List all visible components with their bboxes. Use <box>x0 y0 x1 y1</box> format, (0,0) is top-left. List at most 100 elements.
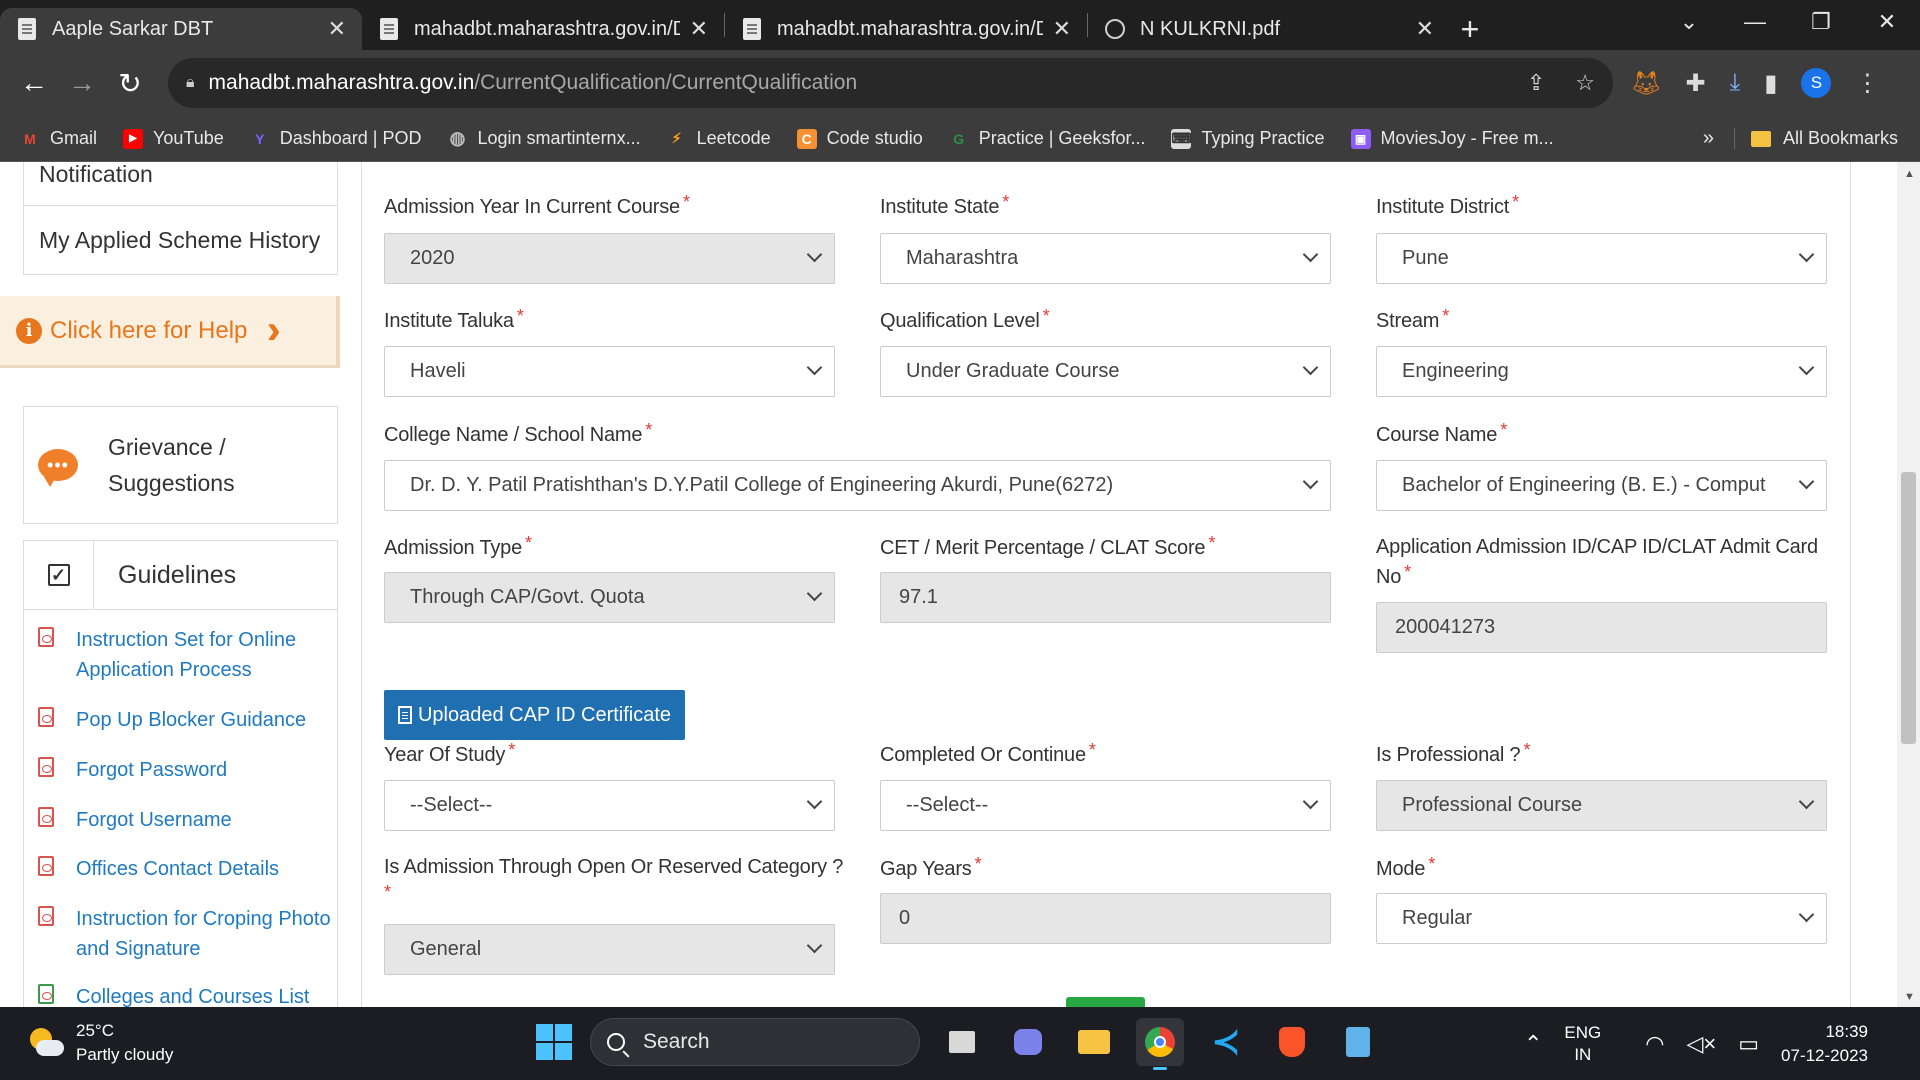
guideline-link[interactable]: Pop Up Blocker Guidance <box>38 705 346 735</box>
scroll-up-icon[interactable]: ▲ <box>1904 168 1915 180</box>
temperature: 25°C <box>76 1021 114 1040</box>
page-scrollbar[interactable]: ▲ ▼ <box>1897 162 1920 1007</box>
institute-state-select[interactable]: Maharashtra <box>880 233 1331 284</box>
bookmark-youtube[interactable]: ▶ YouTube <box>123 128 224 149</box>
new-tab-button[interactable]: + <box>1450 8 1490 50</box>
chevron-up-icon[interactable]: ⌃ <box>1524 1031 1542 1057</box>
scroll-down-icon[interactable]: ▼ <box>1904 991 1915 1003</box>
gap-years-input[interactable]: 0 <box>880 893 1331 944</box>
url-host: mahadbt.maharashtra.gov.in <box>208 71 475 94</box>
close-tab-icon[interactable]: ✕ <box>328 16 346 42</box>
tab-search-icon[interactable]: ⌄ <box>1656 0 1722 44</box>
guideline-link[interactable]: Offices Contact Details <box>38 854 346 884</box>
notepad-icon[interactable] <box>1334 1018 1382 1066</box>
page-content: Notification My Applied Scheme History i… <box>0 162 1920 1007</box>
all-bookmarks-button[interactable]: All Bookmarks <box>1733 128 1898 149</box>
task-view-icon[interactable] <box>938 1018 986 1066</box>
tab-strip: Aaple Sarkar DBT ✕ mahadbt.maharashtra.g… <box>0 0 1920 50</box>
tab-aaple-sarkar[interactable]: Aaple Sarkar DBT ✕ <box>0 8 362 50</box>
mode-select[interactable]: Regular <box>1376 893 1827 944</box>
teams-icon[interactable] <box>1004 1018 1052 1066</box>
guideline-link[interactable]: Instruction for Croping Photo and Signat… <box>38 904 346 964</box>
grievance-link[interactable]: ••• Grievance / Suggestions <box>23 406 338 524</box>
side-panel-icon[interactable]: ▮ <box>1764 69 1777 98</box>
info-icon: i <box>16 317 42 344</box>
partly-cloudy-icon <box>26 1026 64 1060</box>
sidebar-item-applied-history[interactable]: My Applied Scheme History <box>23 205 338 275</box>
metamask-icon[interactable]: 🦊︎ <box>1631 69 1661 98</box>
pdf-icon <box>38 906 54 926</box>
bookmark-smartinternz[interactable]: ◍ Login smartinternx... <box>448 128 641 149</box>
guideline-link[interactable]: Colleges and Courses List <box>38 982 346 1007</box>
share-icon[interactable]: ⇪ <box>1527 70 1545 96</box>
guideline-link[interactable]: Forgot Username <box>38 805 346 835</box>
admission-id-input[interactable]: 200041273 <box>1376 602 1827 653</box>
admission-year-label: Admission Year In Current Course * <box>384 192 690 218</box>
lock-icon[interactable]: 🔒︎ <box>186 74 195 92</box>
taskbar-search[interactable]: Search <box>590 1018 920 1066</box>
admission-year-select[interactable]: 2020 <box>384 233 835 284</box>
tab-pdf[interactable]: N KULKRNI.pdf ✕ <box>1088 8 1450 50</box>
moviesjoy-icon: ▣ <box>1350 128 1371 149</box>
bookmark-moviesjoy[interactable]: ▣ MoviesJoy - Free m... <box>1350 128 1554 149</box>
admission-category-select[interactable]: General <box>384 924 835 975</box>
tab-mahadbt-2[interactable]: mahadbt.maharashtra.gov.in/DB ✕ <box>725 8 1087 50</box>
completed-continue-select[interactable]: --Select-- <box>880 780 1331 831</box>
help-link[interactable]: i Click here for Help ›› <box>0 296 340 368</box>
address-bar[interactable]: 🔒︎ mahadbt.maharashtra.gov.in/CurrentQua… <box>168 58 1613 108</box>
guideline-link[interactable]: Instruction Set for Online Application P… <box>38 625 346 685</box>
institute-district-select[interactable]: Pune <box>1376 233 1827 284</box>
stream-select[interactable]: Engineering <box>1376 346 1827 397</box>
course-name-select[interactable]: Bachelor of Engineering (B. E.) - Comput… <box>1376 460 1827 511</box>
scrollbar-thumb[interactable] <box>1901 472 1916 744</box>
admission-type-select[interactable]: Through CAP/Govt. Quota <box>384 572 835 623</box>
qualification-level-select[interactable]: Under Graduate Course <box>880 346 1331 397</box>
wifi-icon[interactable]: ◠ <box>1645 1031 1664 1057</box>
year-of-study-select[interactable]: --Select-- <box>384 780 835 831</box>
bookmark-typing-practice[interactable]: ⌨ Typing Practice <box>1171 128 1325 149</box>
close-tab-icon[interactable]: ✕ <box>1053 16 1071 42</box>
forward-button[interactable]: → <box>60 61 104 105</box>
college-name-select[interactable]: Dr. D. Y. Patil Pratishthan's D.Y.Patil … <box>384 460 1331 511</box>
guideline-link[interactable]: Forgot Password <box>38 755 346 785</box>
chrome-icon[interactable] <box>1136 1018 1184 1070</box>
back-button[interactable]: ← <box>12 61 56 105</box>
minimize-button[interactable]: — <box>1722 0 1788 44</box>
bookmark-code-studio[interactable]: C Code studio <box>796 128 923 149</box>
brave-icon[interactable] <box>1268 1018 1316 1066</box>
is-professional-select[interactable]: Professional Course <box>1376 780 1827 831</box>
close-tab-icon[interactable]: ✕ <box>1416 16 1434 42</box>
bookmark-geeksforgeeks[interactable]: G Practice | Geeksfor... <box>949 128 1145 149</box>
menu-icon[interactable]: ⋮ <box>1855 69 1879 98</box>
battery-icon[interactable]: ▭ <box>1738 1031 1759 1057</box>
language-indicator[interactable]: ENG IN <box>1564 1022 1601 1066</box>
sidebar-item-notification[interactable]: Notification <box>23 162 338 206</box>
profile-avatar[interactable]: S <box>1801 68 1832 98</box>
speaker-muted-icon[interactable]: ◁× <box>1686 1031 1716 1057</box>
restore-button[interactable]: ❐ <box>1788 0 1854 44</box>
reload-button[interactable]: ↻ <box>108 61 152 105</box>
save-button[interactable] <box>1066 997 1145 1007</box>
more-bookmarks-button[interactable]: » <box>1703 127 1714 150</box>
close-tab-icon[interactable]: ✕ <box>690 16 708 42</box>
vscode-icon[interactable]: ≺ <box>1202 1018 1250 1066</box>
file-explorer-icon[interactable] <box>1070 1018 1118 1066</box>
cet-score-input[interactable]: 97.1 <box>880 572 1331 623</box>
bookmark-leetcode[interactable]: ⚡︎ Leetcode <box>667 128 771 149</box>
institute-taluka-select[interactable]: Haveli <box>384 346 835 397</box>
system-clock[interactable]: 18:39 07-12-2023 <box>1781 1020 1868 1068</box>
bookmark-gmail[interactable]: M Gmail <box>20 128 97 149</box>
download-icon[interactable]: ⤓ <box>1730 69 1741 97</box>
bookmark-dashboard-pod[interactable]: Y Dashboard | POD <box>250 128 421 149</box>
chevron-down-icon <box>806 359 823 376</box>
windows-start-icon[interactable] <box>536 1024 572 1060</box>
admission-type-label: Admission Type * <box>384 533 533 559</box>
tab-mahadbt-1[interactable]: mahadbt.maharashtra.gov.in/DB ✕ <box>362 8 724 50</box>
chevron-down-icon <box>1798 793 1815 810</box>
extensions-icon[interactable]: ✚ <box>1685 69 1705 98</box>
bookmark-star-icon[interactable]: ☆ <box>1575 70 1595 96</box>
close-window-button[interactable]: ✕ <box>1854 0 1920 44</box>
weather-widget[interactable]: 25°C Partly cloudy <box>26 1019 173 1067</box>
chevron-down-icon <box>1798 906 1815 923</box>
uploaded-cap-certificate-button[interactable]: Uploaded CAP ID Certificate <box>384 690 685 740</box>
